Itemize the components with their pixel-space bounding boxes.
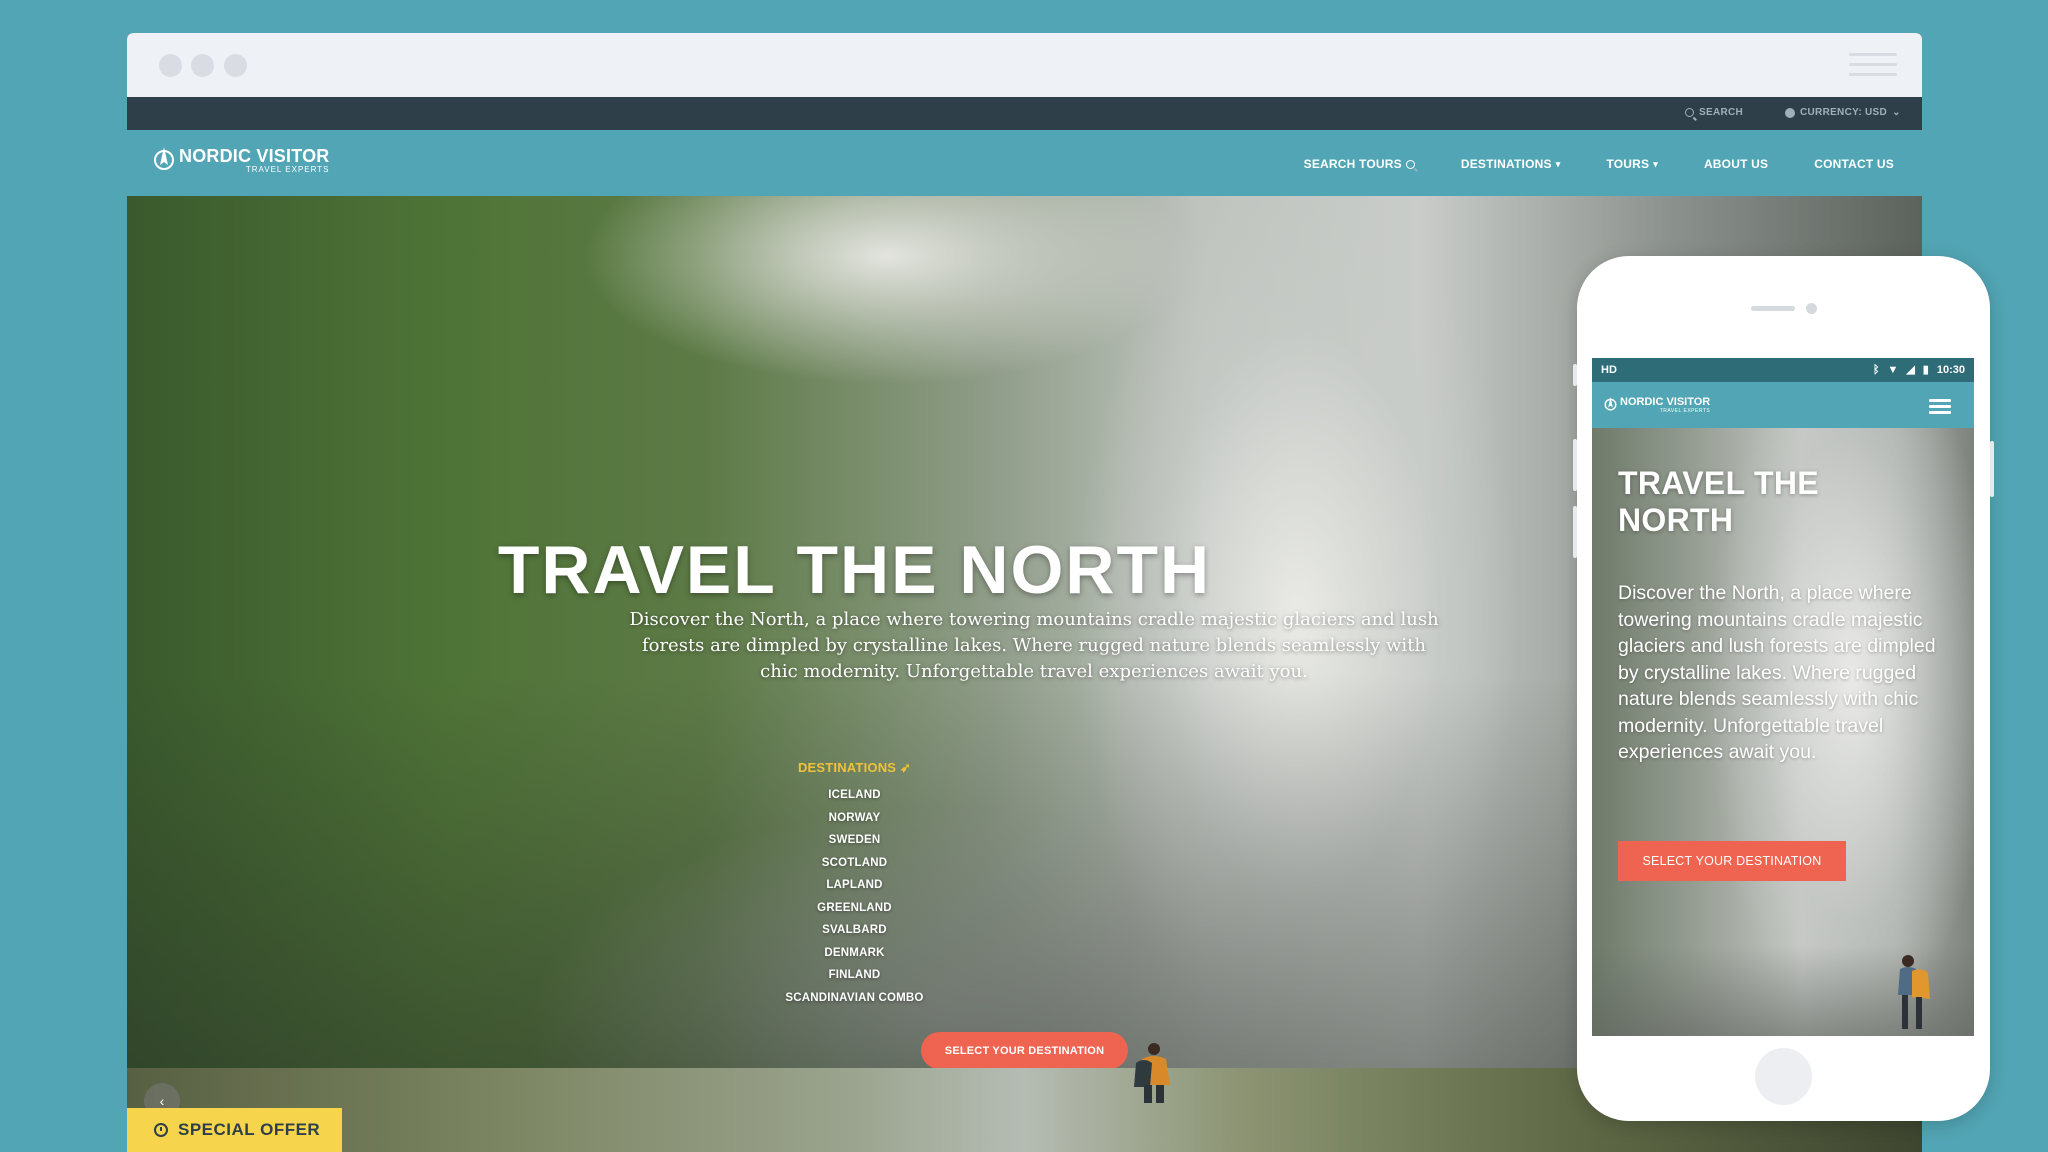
chevron-down-icon: ▾ [1555, 158, 1561, 169]
logo-title: NORDIC VISITOR [179, 146, 330, 166]
nav-menu: SEARCH TOURS DESTINATIONS ▾ TOURS ▾ ABOU… [1304, 157, 1894, 171]
clock-icon [154, 1123, 168, 1137]
nav-tours-label: TOURS [1606, 157, 1650, 171]
mobile-select-destination-button[interactable]: SELECT YOUR DESTINATION [1618, 841, 1846, 881]
nordic-visitor-logo[interactable]: NORDIC VISITOR TRAVEL EXPERTS [153, 147, 329, 174]
chevron-down-icon: ⌄ [1892, 107, 1901, 118]
status-time: 10:30 [1936, 363, 1965, 376]
nav-destinations[interactable]: DESTINATIONS ▾ [1461, 157, 1561, 171]
special-offer-tab[interactable]: SPECIAL OFFER [127, 1108, 342, 1152]
hiker-figure-image [1134, 1043, 1170, 1103]
currency-selector[interactable]: CURRENCY: USD ⌄ [1785, 107, 1901, 118]
nav-search-tours-label: SEARCH TOURS [1303, 157, 1402, 171]
search-icon [1685, 108, 1694, 117]
destination-greenland[interactable]: GREENLAND [127, 897, 1582, 920]
destination-scotland[interactable]: SCOTLAND [127, 852, 1582, 875]
browser-chrome [127, 33, 1922, 97]
nav-search-tours[interactable]: SEARCH TOURS [1304, 157, 1415, 171]
nav-about-us-label: ABOUT US [1703, 157, 1769, 171]
destination-scandinavian-combo[interactable]: SCANDINAVIAN COMBO [127, 987, 1582, 1010]
browser-menu-icon[interactable] [1849, 53, 1897, 77]
window-minimize-dot[interactable] [191, 54, 214, 77]
destination-iceland[interactable]: ICELAND [127, 784, 1582, 807]
destination-denmark[interactable]: DENMARK [127, 942, 1582, 965]
main-navbar: NORDIC VISITOR TRAVEL EXPERTS SEARCH TOU… [127, 130, 1922, 196]
destinations-heading: DESTINATIONS ➶ [127, 760, 1582, 776]
hamburger-menu-icon[interactable] [1929, 399, 1951, 414]
window-maximize-dot[interactable] [224, 54, 247, 77]
nav-tours[interactable]: TOURS ▾ [1606, 157, 1658, 171]
compass-logo-icon [154, 147, 174, 170]
destinations-list: ICELAND NORWAY SWEDEN SCOTLAND LAPLAND G… [127, 784, 1582, 1009]
hero-title: TRAVEL THE NORTH [497, 532, 1212, 608]
search-icon [1405, 159, 1415, 169]
utility-search-link[interactable]: SEARCH [1685, 107, 1743, 118]
utility-search-label: SEARCH [1699, 107, 1744, 118]
logo-subtitle: TRAVEL EXPERTS [245, 165, 330, 174]
currency-icon [1785, 107, 1795, 118]
nav-about-us[interactable]: ABOUT US [1704, 157, 1768, 171]
hero-description: Discover the North, a place where toweri… [629, 609, 1439, 682]
location-arrow-icon: ➶ [899, 760, 912, 775]
chevron-down-icon: ▾ [1653, 158, 1658, 169]
destination-finland[interactable]: FINLAND [127, 964, 1582, 987]
destinations-heading-label: DESTINATIONS [797, 760, 897, 775]
nav-destinations-label: DESTINATIONS [1460, 157, 1552, 171]
destination-lapland[interactable]: LAPLAND [127, 874, 1582, 897]
destination-sweden[interactable]: SWEDEN [127, 829, 1582, 852]
destination-norway[interactable]: NORWAY [127, 807, 1582, 830]
nav-contact-us[interactable]: CONTACT US [1814, 157, 1894, 171]
utility-bar: SEARCH CURRENCY: USD ⌄ [127, 97, 1922, 130]
currency-label: CURRENCY: USD [1800, 107, 1888, 118]
special-offer-label: SPECIAL OFFER [178, 1120, 321, 1139]
window-close-dot[interactable] [159, 54, 182, 77]
mobile-hero-title: TRAVEL THE NORTH [1618, 465, 1819, 538]
destination-svalbard[interactable]: SVALBARD [127, 919, 1582, 942]
nav-contact-us-label: CONTACT US [1814, 157, 1894, 171]
hiker-figure-image [1898, 955, 1930, 1029]
mobile-hero-description: Discover the North, a place where toweri… [1618, 582, 1936, 763]
phone-power-button [1990, 441, 1994, 497]
battery-icon: ▮ [1922, 364, 1929, 376]
